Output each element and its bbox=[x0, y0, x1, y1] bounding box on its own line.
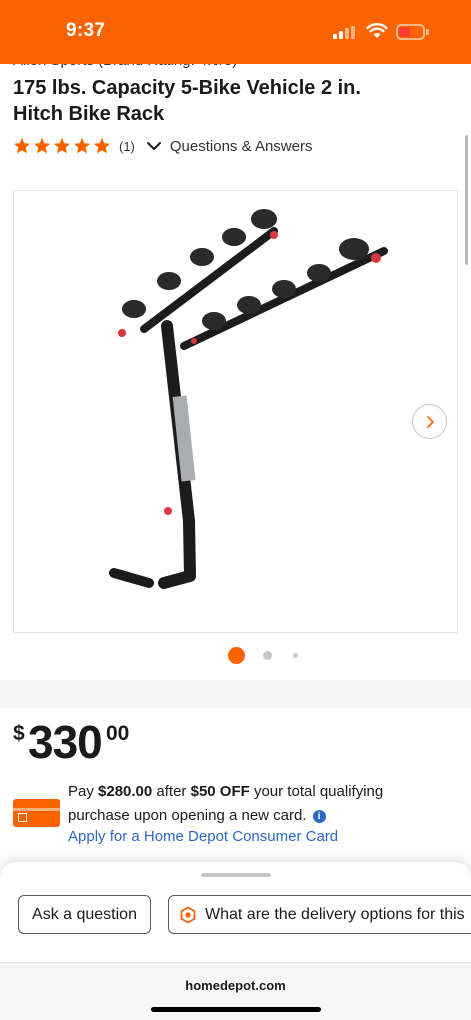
next-image-button[interactable] bbox=[412, 404, 447, 439]
credit-offer-text: Pay $280.00 after $50 OFF your total qua… bbox=[68, 780, 428, 828]
price-dollars: 330 bbox=[28, 716, 103, 768]
delivery-options-chip[interactable]: What are the delivery options for this bbox=[168, 895, 471, 934]
url-text: homedepot.com bbox=[185, 978, 286, 993]
offer-prefix: Pay bbox=[68, 783, 99, 800]
browser-url-bar[interactable]: homedepot.com bbox=[0, 962, 471, 1020]
chevron-right-icon bbox=[426, 415, 434, 428]
status-time: 9:37 bbox=[66, 20, 106, 41]
battery-icon bbox=[396, 24, 429, 40]
product-image-carousel[interactable] bbox=[13, 190, 458, 633]
home-indicator[interactable] bbox=[151, 1007, 321, 1012]
carousel-dot[interactable] bbox=[293, 653, 298, 658]
offer-pay-amount: $280.00 bbox=[98, 783, 153, 800]
rating-row[interactable]: (1) Questions & Answers bbox=[13, 136, 312, 156]
home-depot-card-image bbox=[13, 799, 60, 827]
star-icon bbox=[53, 137, 71, 154]
offer-middle: after bbox=[152, 783, 191, 800]
section-divider bbox=[0, 680, 471, 708]
questions-answers-link[interactable]: Questions & Answers bbox=[170, 138, 313, 155]
chevron-down-icon[interactable] bbox=[145, 137, 163, 155]
offer-discount: $50 OFF bbox=[190, 783, 250, 800]
sheet-drag-handle[interactable] bbox=[201, 873, 271, 877]
info-icon[interactable]: i bbox=[312, 810, 326, 823]
star-icon bbox=[33, 137, 51, 154]
scroll-indicator bbox=[465, 135, 468, 265]
carousel-dot-active[interactable] bbox=[228, 647, 245, 664]
star-icon bbox=[93, 137, 111, 154]
price-cents: 00 bbox=[106, 722, 130, 745]
carousel-dot[interactable] bbox=[263, 651, 272, 660]
product-title: 175 lbs. Capacity 5-Bike Vehicle 2 in. H… bbox=[13, 77, 361, 125]
apply-card-link[interactable]: Apply for a Home Depot Consumer Card bbox=[68, 828, 338, 845]
price-currency: $ bbox=[13, 722, 25, 745]
star-rating bbox=[13, 137, 111, 155]
carousel-dots[interactable] bbox=[0, 646, 471, 666]
star-icon bbox=[73, 137, 91, 154]
ask-question-label: Ask a question bbox=[32, 905, 137, 923]
status-bar: 9:37 bbox=[0, 0, 471, 64]
hexagon-icon bbox=[180, 906, 196, 923]
wifi-icon bbox=[366, 23, 388, 38]
delivery-options-label: What are the delivery options for this bbox=[205, 905, 465, 923]
star-icon bbox=[13, 137, 31, 154]
ask-question-chip[interactable]: Ask a question bbox=[18, 895, 151, 934]
cellular-signal-icon bbox=[333, 26, 357, 39]
home-depot-logo-icon bbox=[18, 813, 27, 822]
bike-rack-image bbox=[109, 209, 388, 589]
bottom-sheet: Ask a question What are the delivery opt… bbox=[0, 862, 471, 1020]
review-count[interactable]: (1) bbox=[119, 139, 135, 154]
